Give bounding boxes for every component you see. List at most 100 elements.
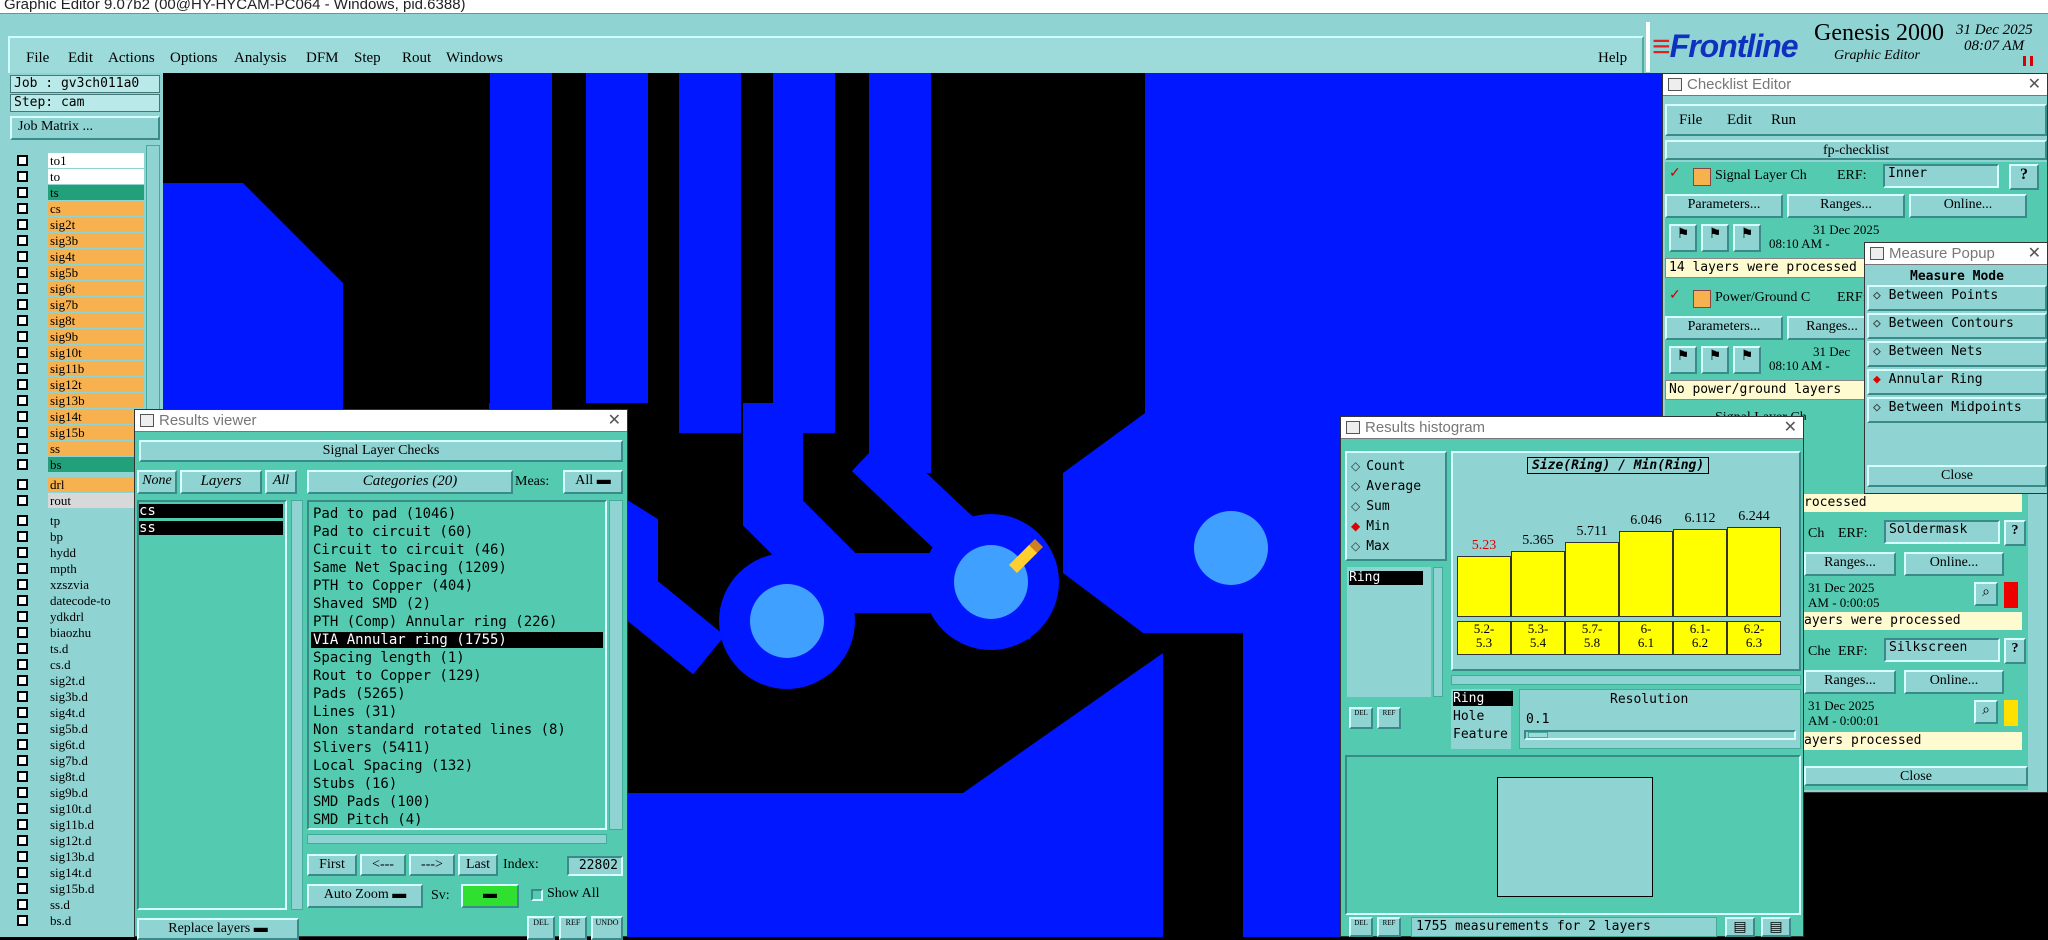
field-list[interactable]: Ring	[1347, 567, 1431, 697]
prev-button[interactable]: <---	[360, 854, 406, 876]
histogram-bar[interactable]	[1727, 527, 1781, 617]
run-all-icon[interactable]: ⚑	[1701, 346, 1729, 374]
layer-name[interactable]: sig14t	[48, 409, 144, 424]
layer-row[interactable]: sig4t	[14, 249, 144, 264]
layer-row[interactable]: bp	[14, 529, 144, 544]
run-all-icon[interactable]: ⚑	[1701, 224, 1729, 252]
layer-name[interactable]: sig13b	[48, 393, 144, 408]
zoom-icon[interactable]: ⌕	[1974, 582, 1998, 606]
none-button[interactable]: None	[137, 470, 177, 494]
menu-step[interactable]: Step	[354, 50, 381, 67]
checklist-item-label[interactable]: Che	[1808, 644, 1831, 660]
last-button[interactable]: Last	[458, 854, 498, 876]
category-item[interactable]: Non standard rotated lines (8)	[311, 722, 603, 738]
ref-button[interactable]: REF	[559, 916, 587, 940]
layer-row[interactable]: sig7b.d	[14, 753, 144, 768]
layer-row[interactable]: sig5b.d	[14, 721, 144, 736]
layer-checkbox[interactable]	[17, 755, 28, 766]
ref-button[interactable]: REF	[1377, 917, 1401, 937]
layer-row[interactable]: ss.d	[14, 897, 144, 912]
category-item[interactable]: Local Spacing (132)	[311, 758, 603, 774]
sv-color-select[interactable]: ▬	[461, 884, 519, 908]
category-item[interactable]: Pad to circuit (60)	[311, 524, 603, 540]
checklist-menu-file[interactable]: File	[1679, 112, 1702, 129]
layer-row[interactable]: ss	[14, 441, 144, 456]
layer-name[interactable]: sig11b	[48, 361, 144, 376]
category-item[interactable]: SMD Pitch (4)	[311, 812, 603, 828]
stat-option[interactable]: ◇ Count	[1351, 457, 1405, 475]
layer-row[interactable]: ts	[14, 185, 144, 200]
layer-row[interactable]: sig8t.d	[14, 769, 144, 784]
layer-name[interactable]: sig12t	[48, 377, 144, 392]
layer-checkbox[interactable]	[17, 835, 28, 846]
category-scrollbar[interactable]	[609, 500, 623, 830]
layers-tab[interactable]: Layers	[180, 470, 262, 494]
erf-select[interactable]: Inner	[1883, 164, 1999, 188]
layer-checkbox[interactable]	[17, 379, 28, 390]
menu-analysis[interactable]: Analysis	[234, 50, 287, 67]
layer-row[interactable]: sig4t.d	[14, 705, 144, 720]
menu-actions[interactable]: Actions	[108, 50, 155, 67]
show-icon[interactable]: ⚑	[1733, 224, 1761, 252]
show-all-checkbox[interactable]	[531, 889, 543, 901]
layer-name[interactable]: sig13b.d	[48, 849, 144, 864]
layer-row[interactable]: sig10t	[14, 345, 144, 360]
del-button[interactable]: DEL	[1349, 707, 1373, 729]
category-item[interactable]: Lines (31)	[311, 704, 603, 720]
layer-row[interactable]: tp	[14, 513, 144, 528]
category-item[interactable]: Same Net Spacing (1209)	[311, 560, 603, 576]
layer-name[interactable]: rout	[48, 493, 144, 508]
histogram-export-icon[interactable]: ▤	[1725, 917, 1755, 937]
histogram-bar[interactable]	[1673, 529, 1727, 617]
layer-name[interactable]: bs.d	[48, 913, 144, 928]
layer-name[interactable]: ts	[48, 185, 144, 200]
measure-option[interactable]: ◇ Between Contours	[1867, 313, 2047, 339]
show-icon[interactable]: ⚑	[1733, 346, 1761, 374]
layer-name[interactable]: sig3b	[48, 233, 144, 248]
layer-name[interactable]: sig10t.d	[48, 801, 144, 816]
histogram-bar[interactable]	[1511, 551, 1565, 617]
meas-select[interactable]: All ▬	[563, 470, 623, 494]
layer-name[interactable]: sig11b.d	[48, 817, 144, 832]
layer-row[interactable]: sig2t.d	[14, 673, 144, 688]
layer-name[interactable]: cs	[48, 201, 144, 216]
layer-checkbox[interactable]	[17, 515, 28, 526]
layer-checkbox[interactable]	[17, 659, 28, 670]
layer-name[interactable]: sig12t.d	[48, 833, 144, 848]
parameters-button[interactable]: Parameters...	[1665, 194, 1783, 218]
layer-row[interactable]: hydd	[14, 545, 144, 560]
close-icon[interactable]: ✕	[2028, 243, 2041, 264]
histogram-bar[interactable]	[1457, 556, 1511, 617]
layer-checkbox[interactable]	[17, 479, 28, 490]
ranges-button[interactable]: Ranges...	[1787, 194, 1905, 218]
layer-row[interactable]: cs	[14, 201, 144, 216]
category-item[interactable]: Pad to pad (1046)	[311, 506, 603, 522]
help-icon[interactable]: ?	[2004, 638, 2026, 664]
layer-checkbox[interactable]	[17, 787, 28, 798]
layer-name[interactable]: sig2t	[48, 217, 144, 232]
category-item[interactable]: Slivers (5411)	[311, 740, 603, 756]
layer-list-item[interactable]: ss	[139, 521, 283, 535]
layer-checkbox[interactable]	[17, 627, 28, 638]
layer-name[interactable]: hydd	[48, 545, 144, 560]
layer-name[interactable]: sig5b	[48, 265, 144, 280]
layer-name[interactable]: sig4t.d	[48, 705, 144, 720]
layer-checkbox[interactable]	[17, 315, 28, 326]
layer-checkbox[interactable]	[17, 283, 28, 294]
close-icon[interactable]: ✕	[1784, 417, 1797, 438]
auto-zoom-select[interactable]: Auto Zoom ▬	[307, 884, 423, 908]
run-icon[interactable]: ⚑	[1669, 224, 1697, 252]
erf-select[interactable]: Soldermask	[1884, 520, 2000, 544]
layer-checkbox[interactable]	[17, 915, 28, 926]
layer-row[interactable]: bs	[14, 457, 144, 472]
histogram-bar[interactable]	[1565, 542, 1619, 617]
layer-checkbox[interactable]	[17, 395, 28, 406]
layer-row[interactable]: to	[14, 169, 144, 184]
checklist-menu-edit[interactable]: Edit	[1727, 112, 1752, 129]
layer-row[interactable]: ydkdrl	[14, 609, 144, 624]
first-button[interactable]: First	[307, 854, 357, 876]
menu-options[interactable]: Options	[170, 50, 218, 67]
layer-checkbox[interactable]	[17, 347, 28, 358]
layer-checkbox[interactable]	[17, 171, 28, 182]
layer-row[interactable]: sig3b.d	[14, 689, 144, 704]
